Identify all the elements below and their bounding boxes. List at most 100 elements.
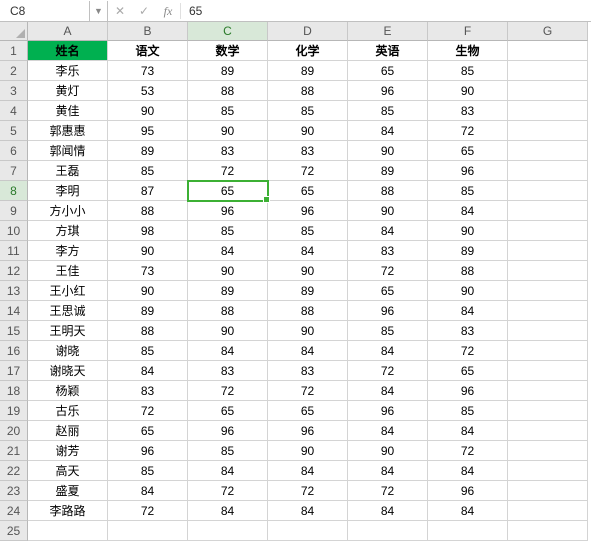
row-header-9[interactable]: 9 <box>0 201 28 221</box>
cell-C8[interactable]: 65 <box>188 181 268 201</box>
cell-A11[interactable]: 李方 <box>28 241 108 261</box>
cell-B19[interactable]: 72 <box>108 401 188 421</box>
cell-D13[interactable]: 89 <box>268 281 348 301</box>
cell-F15[interactable]: 83 <box>428 321 508 341</box>
cell-F13[interactable]: 90 <box>428 281 508 301</box>
row-header-5[interactable]: 5 <box>0 121 28 141</box>
cell-F6[interactable]: 65 <box>428 141 508 161</box>
cell-C17[interactable]: 83 <box>188 361 268 381</box>
cell-G5[interactable] <box>508 121 588 141</box>
cell-E22[interactable]: 84 <box>348 461 428 481</box>
cell-B10[interactable]: 98 <box>108 221 188 241</box>
cell-D6[interactable]: 83 <box>268 141 348 161</box>
cell-F20[interactable]: 84 <box>428 421 508 441</box>
cell-D16[interactable]: 84 <box>268 341 348 361</box>
row-header-10[interactable]: 10 <box>0 221 28 241</box>
row-header-20[interactable]: 20 <box>0 421 28 441</box>
cell-A12[interactable]: 王佳 <box>28 261 108 281</box>
cell-F18[interactable]: 96 <box>428 381 508 401</box>
cell-A23[interactable]: 盛夏 <box>28 481 108 501</box>
cell-C3[interactable]: 88 <box>188 81 268 101</box>
confirm-icon[interactable]: ✓ <box>132 1 156 21</box>
cell-B9[interactable]: 88 <box>108 201 188 221</box>
cell-A13[interactable]: 王小红 <box>28 281 108 301</box>
select-all-corner[interactable] <box>0 22 28 41</box>
row-header-24[interactable]: 24 <box>0 501 28 521</box>
cell-C19[interactable]: 65 <box>188 401 268 421</box>
cell-B13[interactable]: 90 <box>108 281 188 301</box>
cell-G14[interactable] <box>508 301 588 321</box>
cell-D21[interactable]: 90 <box>268 441 348 461</box>
cell-C20[interactable]: 96 <box>188 421 268 441</box>
cell-C9[interactable]: 96 <box>188 201 268 221</box>
cell-C6[interactable]: 83 <box>188 141 268 161</box>
cell-F7[interactable]: 96 <box>428 161 508 181</box>
row-header-1[interactable]: 1 <box>0 41 28 61</box>
cell-A19[interactable]: 古乐 <box>28 401 108 421</box>
cell-B7[interactable]: 85 <box>108 161 188 181</box>
cell-D8[interactable]: 65 <box>268 181 348 201</box>
cell-F10[interactable]: 90 <box>428 221 508 241</box>
cell-E12[interactable]: 72 <box>348 261 428 281</box>
cell-B16[interactable]: 85 <box>108 341 188 361</box>
name-box[interactable]: C8 <box>0 1 90 21</box>
column-header-C[interactable]: C <box>188 22 268 41</box>
cell-F9[interactable]: 84 <box>428 201 508 221</box>
cell-C12[interactable]: 90 <box>188 261 268 281</box>
row-header-22[interactable]: 22 <box>0 461 28 481</box>
cell-D15[interactable]: 90 <box>268 321 348 341</box>
row-header-23[interactable]: 23 <box>0 481 28 501</box>
row-header-18[interactable]: 18 <box>0 381 28 401</box>
cell-G21[interactable] <box>508 441 588 461</box>
spreadsheet-grid[interactable]: ABCDEFG1姓名语文数学化学英语生物2李乐73898965853黄灯5388… <box>0 22 591 541</box>
cell-B5[interactable]: 95 <box>108 121 188 141</box>
cell-E25[interactable] <box>348 521 428 541</box>
cell-D18[interactable]: 72 <box>268 381 348 401</box>
cell-D12[interactable]: 90 <box>268 261 348 281</box>
cell-B11[interactable]: 90 <box>108 241 188 261</box>
cell-D19[interactable]: 65 <box>268 401 348 421</box>
cell-D22[interactable]: 84 <box>268 461 348 481</box>
cell-E6[interactable]: 90 <box>348 141 428 161</box>
cell-F22[interactable]: 84 <box>428 461 508 481</box>
cell-D5[interactable]: 90 <box>268 121 348 141</box>
cell-G24[interactable] <box>508 501 588 521</box>
cell-G10[interactable] <box>508 221 588 241</box>
cell-A4[interactable]: 黄佳 <box>28 101 108 121</box>
cell-D17[interactable]: 83 <box>268 361 348 381</box>
cell-F21[interactable]: 72 <box>428 441 508 461</box>
cell-D24[interactable]: 84 <box>268 501 348 521</box>
cell-A14[interactable]: 王思诚 <box>28 301 108 321</box>
cell-C2[interactable]: 89 <box>188 61 268 81</box>
cell-C10[interactable]: 85 <box>188 221 268 241</box>
row-header-21[interactable]: 21 <box>0 441 28 461</box>
row-header-25[interactable]: 25 <box>0 521 28 541</box>
cell-G22[interactable] <box>508 461 588 481</box>
row-header-13[interactable]: 13 <box>0 281 28 301</box>
cell-G18[interactable] <box>508 381 588 401</box>
name-box-dropdown-icon[interactable]: ▼ <box>90 1 108 21</box>
row-header-12[interactable]: 12 <box>0 261 28 281</box>
row-header-2[interactable]: 2 <box>0 61 28 81</box>
cell-D14[interactable]: 88 <box>268 301 348 321</box>
cell-G2[interactable] <box>508 61 588 81</box>
cell-B20[interactable]: 65 <box>108 421 188 441</box>
cell-D4[interactable]: 85 <box>268 101 348 121</box>
cell-B8[interactable]: 87 <box>108 181 188 201</box>
cell-E19[interactable]: 96 <box>348 401 428 421</box>
cell-F25[interactable] <box>428 521 508 541</box>
cell-A21[interactable]: 谢芳 <box>28 441 108 461</box>
cell-C13[interactable]: 89 <box>188 281 268 301</box>
cell-G15[interactable] <box>508 321 588 341</box>
cell-F19[interactable]: 85 <box>428 401 508 421</box>
row-header-19[interactable]: 19 <box>0 401 28 421</box>
row-header-4[interactable]: 4 <box>0 101 28 121</box>
column-header-F[interactable]: F <box>428 22 508 41</box>
cell-F14[interactable]: 84 <box>428 301 508 321</box>
cell-G1[interactable] <box>508 41 588 61</box>
cell-E3[interactable]: 96 <box>348 81 428 101</box>
row-header-11[interactable]: 11 <box>0 241 28 261</box>
cell-D7[interactable]: 72 <box>268 161 348 181</box>
formula-input[interactable]: 65 <box>181 1 591 21</box>
cell-A25[interactable] <box>28 521 108 541</box>
